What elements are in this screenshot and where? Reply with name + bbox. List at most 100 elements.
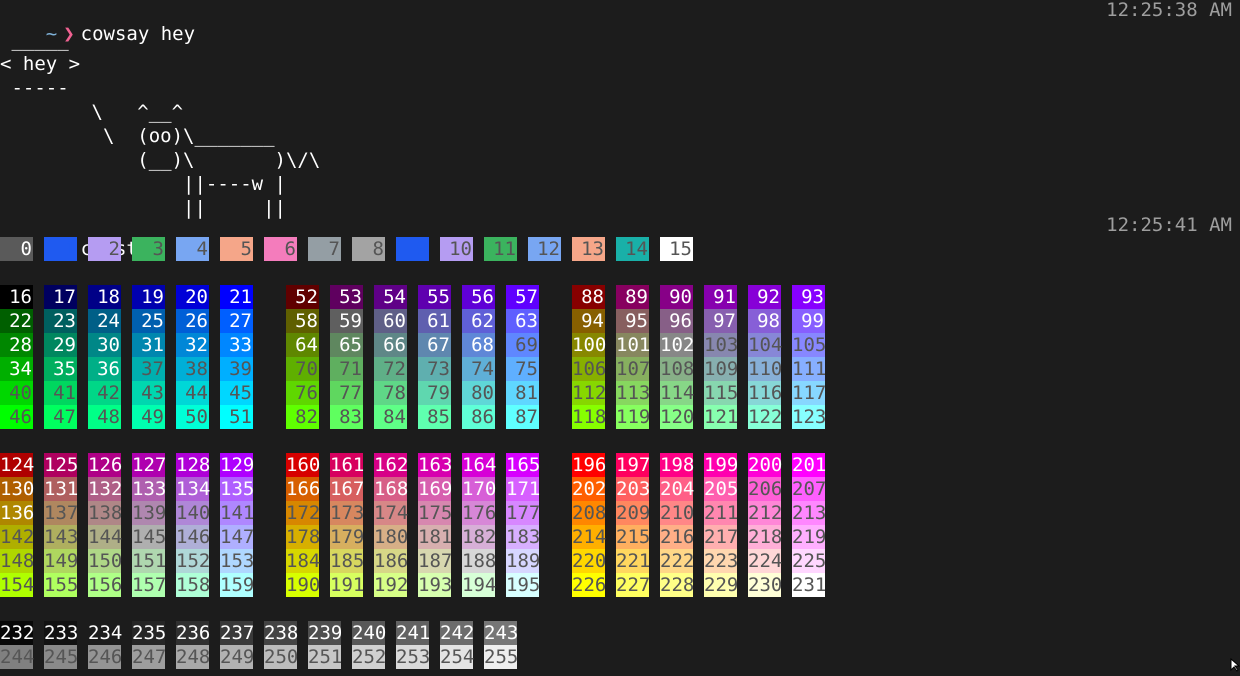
color-swatch-cube: 87 — [506, 405, 539, 429]
color-swatch-cube: 81 — [506, 381, 539, 405]
color-swatch-cube: 62 — [462, 309, 495, 333]
color-swatch-cube: 157 — [132, 573, 167, 597]
color-swatch-cube: 198 — [660, 453, 695, 477]
color-swatch-cube: 148 — [0, 549, 35, 573]
color-swatch-cube: 140 — [176, 501, 211, 525]
color-swatch-cube: 184 — [286, 549, 321, 573]
timestamp: 12:25:41 AM — [1106, 214, 1232, 236]
color-swatch-gray: 235 — [132, 621, 167, 645]
color-swatch-cube: 85 — [418, 405, 451, 429]
terminal-window[interactable]: ~ ❯ cowsay hey 12:25:38 AM _____ < hey > -… — [0, 0, 1240, 672]
color-swatch-gray: 239 — [308, 621, 343, 645]
color-swatch-basic: 9 — [396, 237, 429, 261]
color-swatch-basic: 0 — [0, 237, 33, 261]
color-swatch-cube: 26 — [176, 309, 209, 333]
color-swatch-cube: 219 — [792, 525, 827, 549]
color-swatch-cube: 72 — [374, 357, 407, 381]
color-swatch-cube: 209 — [616, 501, 651, 525]
color-swatch-cube: 158 — [176, 573, 211, 597]
color-swatch-cube: 228 — [660, 573, 695, 597]
color-swatch-cube: 191 — [330, 573, 365, 597]
color-swatch-cube: 61 — [418, 309, 451, 333]
color-swatch-cube: 164 — [462, 453, 497, 477]
color-swatch-cube: 86 — [462, 405, 495, 429]
color-swatch-cube: 108 — [660, 357, 695, 381]
color-swatch-cube: 135 — [220, 477, 255, 501]
color-swatch-cube: 48 — [88, 405, 121, 429]
color-swatch-cube: 147 — [220, 525, 255, 549]
color-swatch-cube: 24 — [88, 309, 121, 333]
color-swatch-cube: 156 — [88, 573, 123, 597]
color-swatch-cube: 180 — [374, 525, 409, 549]
color-swatch-cube: 168 — [374, 477, 409, 501]
color-swatch-cube: 75 — [506, 357, 539, 381]
color-swatch-cube: 104 — [748, 333, 783, 357]
color-swatch-cube: 65 — [330, 333, 363, 357]
color-swatch-cube: 42 — [88, 381, 121, 405]
color-swatch-cube: 133 — [132, 477, 167, 501]
color-swatch-cube: 49 — [132, 405, 165, 429]
color-swatch-cube: 19 — [132, 285, 165, 309]
color-swatch-cube: 213 — [792, 501, 827, 525]
color-swatch-cube: 160 — [286, 453, 321, 477]
color-swatch-cube: 132 — [88, 477, 123, 501]
color-swatch-cube: 221 — [616, 549, 651, 573]
color-swatch-cube: 204 — [660, 477, 695, 501]
color-swatch-cube: 47 — [44, 405, 77, 429]
color-swatch-cube: 103 — [704, 333, 739, 357]
color-swatch-gray: 254 — [440, 645, 475, 669]
color-swatch-gray: 253 — [396, 645, 431, 669]
color-swatch-cube: 28 — [0, 333, 33, 357]
color-swatch-cube: 161 — [330, 453, 365, 477]
color-swatch-basic: 4 — [176, 237, 209, 261]
color-swatch-gray: 250 — [264, 645, 299, 669]
color-swatch-gray: 232 — [0, 621, 35, 645]
color-swatch-cube: 113 — [616, 381, 651, 405]
color-swatch-cube: 50 — [176, 405, 209, 429]
color-swatch-gray: 249 — [220, 645, 255, 669]
color-swatch-cube: 117 — [792, 381, 827, 405]
color-swatch-cube: 83 — [330, 405, 363, 429]
color-swatch-cube: 69 — [506, 333, 539, 357]
color-swatch-cube: 203 — [616, 477, 651, 501]
color-swatch-cube: 166 — [286, 477, 321, 501]
color-swatch-cube: 165 — [506, 453, 541, 477]
color-swatch-basic: 11 — [484, 237, 517, 261]
color-swatch-gray: 246 — [88, 645, 123, 669]
color-swatch-cube: 122 — [748, 405, 783, 429]
color-swatch-cube: 89 — [616, 285, 649, 309]
color-swatch-cube: 54 — [374, 285, 407, 309]
color-swatch-cube: 116 — [748, 381, 783, 405]
color-swatch-cube: 212 — [748, 501, 783, 525]
color-swatch-cube: 41 — [44, 381, 77, 405]
color-swatch-cube: 144 — [88, 525, 123, 549]
color-swatch-gray: 233 — [44, 621, 79, 645]
color-swatch-cube: 51 — [220, 405, 253, 429]
color-swatch-cube: 202 — [572, 477, 607, 501]
color-swatch-cube: 17 — [44, 285, 77, 309]
color-swatch-cube: 153 — [220, 549, 255, 573]
color-swatch-cube: 59 — [330, 309, 363, 333]
color-swatch-cube: 94 — [572, 309, 605, 333]
color-swatch-cube: 214 — [572, 525, 607, 549]
color-swatch-cube: 98 — [748, 309, 781, 333]
color-swatch-cube: 74 — [462, 357, 495, 381]
color-swatch-cube: 206 — [748, 477, 783, 501]
color-swatch-cube: 66 — [374, 333, 407, 357]
color-swatch-basic: 7 — [308, 237, 341, 261]
color-swatch-cube: 139 — [132, 501, 167, 525]
timestamp: 12:25:38 AM — [1106, 0, 1232, 21]
color-swatch-cube: 152 — [176, 549, 211, 573]
color-swatch-gray: 242 — [440, 621, 475, 645]
color-swatch-cube: 125 — [44, 453, 79, 477]
color-swatch-basic: 5 — [220, 237, 253, 261]
color-swatch-cube: 46 — [0, 405, 33, 429]
color-swatch-cube: 96 — [660, 309, 693, 333]
color-swatch-gray: 251 — [308, 645, 343, 669]
color-swatch-cube: 200 — [748, 453, 783, 477]
color-swatch-cube: 107 — [616, 357, 651, 381]
color-swatch-cube: 126 — [88, 453, 123, 477]
color-swatch-cube: 40 — [0, 381, 33, 405]
color-swatch-cube: 174 — [374, 501, 409, 525]
color-swatch-cube: 30 — [88, 333, 121, 357]
